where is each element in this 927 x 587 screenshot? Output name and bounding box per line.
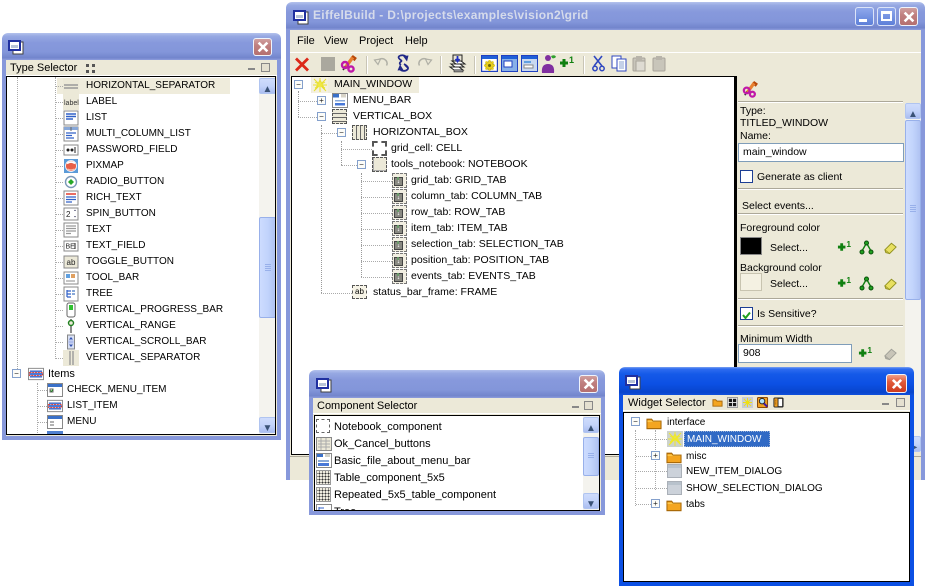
svg-text:1: 1 <box>846 276 851 285</box>
svg-text:ab: ab <box>67 258 76 267</box>
svg-text:2: 2 <box>66 210 71 219</box>
svg-text:1: 1 <box>569 56 574 65</box>
svg-text:BE: BE <box>66 244 76 251</box>
svg-text:label: label <box>64 100 79 107</box>
svg-text:1: 1 <box>867 346 872 355</box>
svg-text:1: 1 <box>846 240 851 249</box>
